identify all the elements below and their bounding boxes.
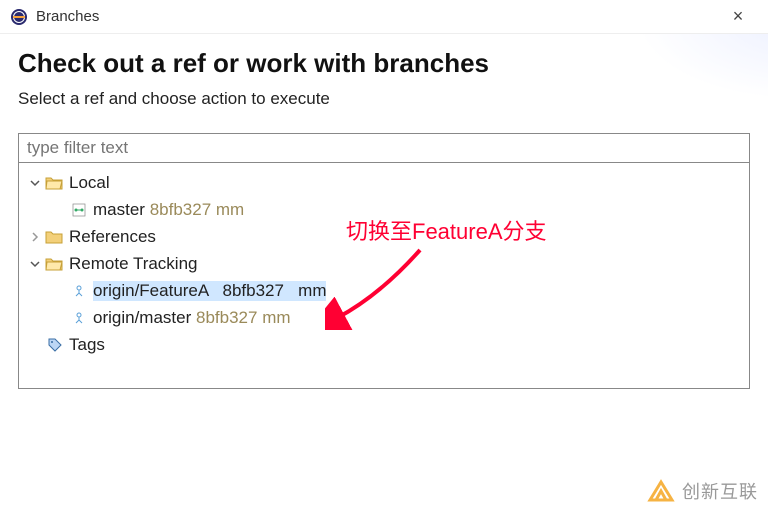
eclipse-icon [10, 8, 28, 26]
folder-open-icon [45, 176, 63, 190]
tree-label: Local [69, 173, 110, 193]
folder-icon [45, 230, 63, 244]
chevron-down-icon[interactable] [27, 256, 43, 272]
window-title: Branches [36, 8, 718, 25]
tree-label: Tags [69, 335, 105, 355]
tree-node-origin-master[interactable]: origin/master 8bfb327 mm [23, 304, 745, 331]
branch-name: origin/master [93, 308, 191, 328]
titlebar: Branches × [0, 0, 768, 34]
chevron-down-icon[interactable] [27, 175, 43, 191]
tree-node-remote-tracking[interactable]: Remote Tracking [23, 250, 745, 277]
dialog-header: Check out a ref or work with branches Se… [0, 34, 768, 119]
remote-branch-icon [71, 284, 87, 298]
tree-label: Remote Tracking [69, 254, 198, 274]
close-button[interactable]: × [718, 6, 758, 27]
branch-name: master [93, 200, 145, 220]
annotation-text: 切换至FeatureA分支 [346, 214, 547, 246]
branch-tree: Local master 8bfb327 mm References Remot… [18, 163, 750, 389]
tree-label: References [69, 227, 156, 247]
commit-msg: mm [298, 281, 326, 300]
tags-icon [47, 338, 63, 352]
folder-open-icon [45, 257, 63, 271]
tree-node-origin-featurea[interactable]: origin/FeatureA 8bfb327 mm [23, 277, 745, 304]
branch-icon [71, 203, 87, 217]
commit-hash: 8bfb327 [150, 200, 211, 220]
filter-input[interactable] [18, 133, 750, 163]
commit-msg: mm [216, 200, 244, 220]
watermark-logo-icon [646, 478, 676, 504]
watermark: 创新互联 [646, 478, 758, 504]
tree-node-local[interactable]: Local [23, 169, 745, 196]
branch-name: origin/FeatureA [93, 281, 208, 300]
commit-msg: mm [262, 308, 290, 328]
remote-branch-icon [71, 311, 87, 325]
commit-hash: 8bfb327 [196, 308, 257, 328]
tree-node-tags[interactable]: Tags [23, 331, 745, 358]
header-decoration [608, 34, 768, 114]
watermark-text: 创新互联 [682, 478, 758, 504]
chevron-right-icon[interactable] [27, 229, 43, 245]
commit-hash: 8bfb327 [223, 281, 284, 300]
